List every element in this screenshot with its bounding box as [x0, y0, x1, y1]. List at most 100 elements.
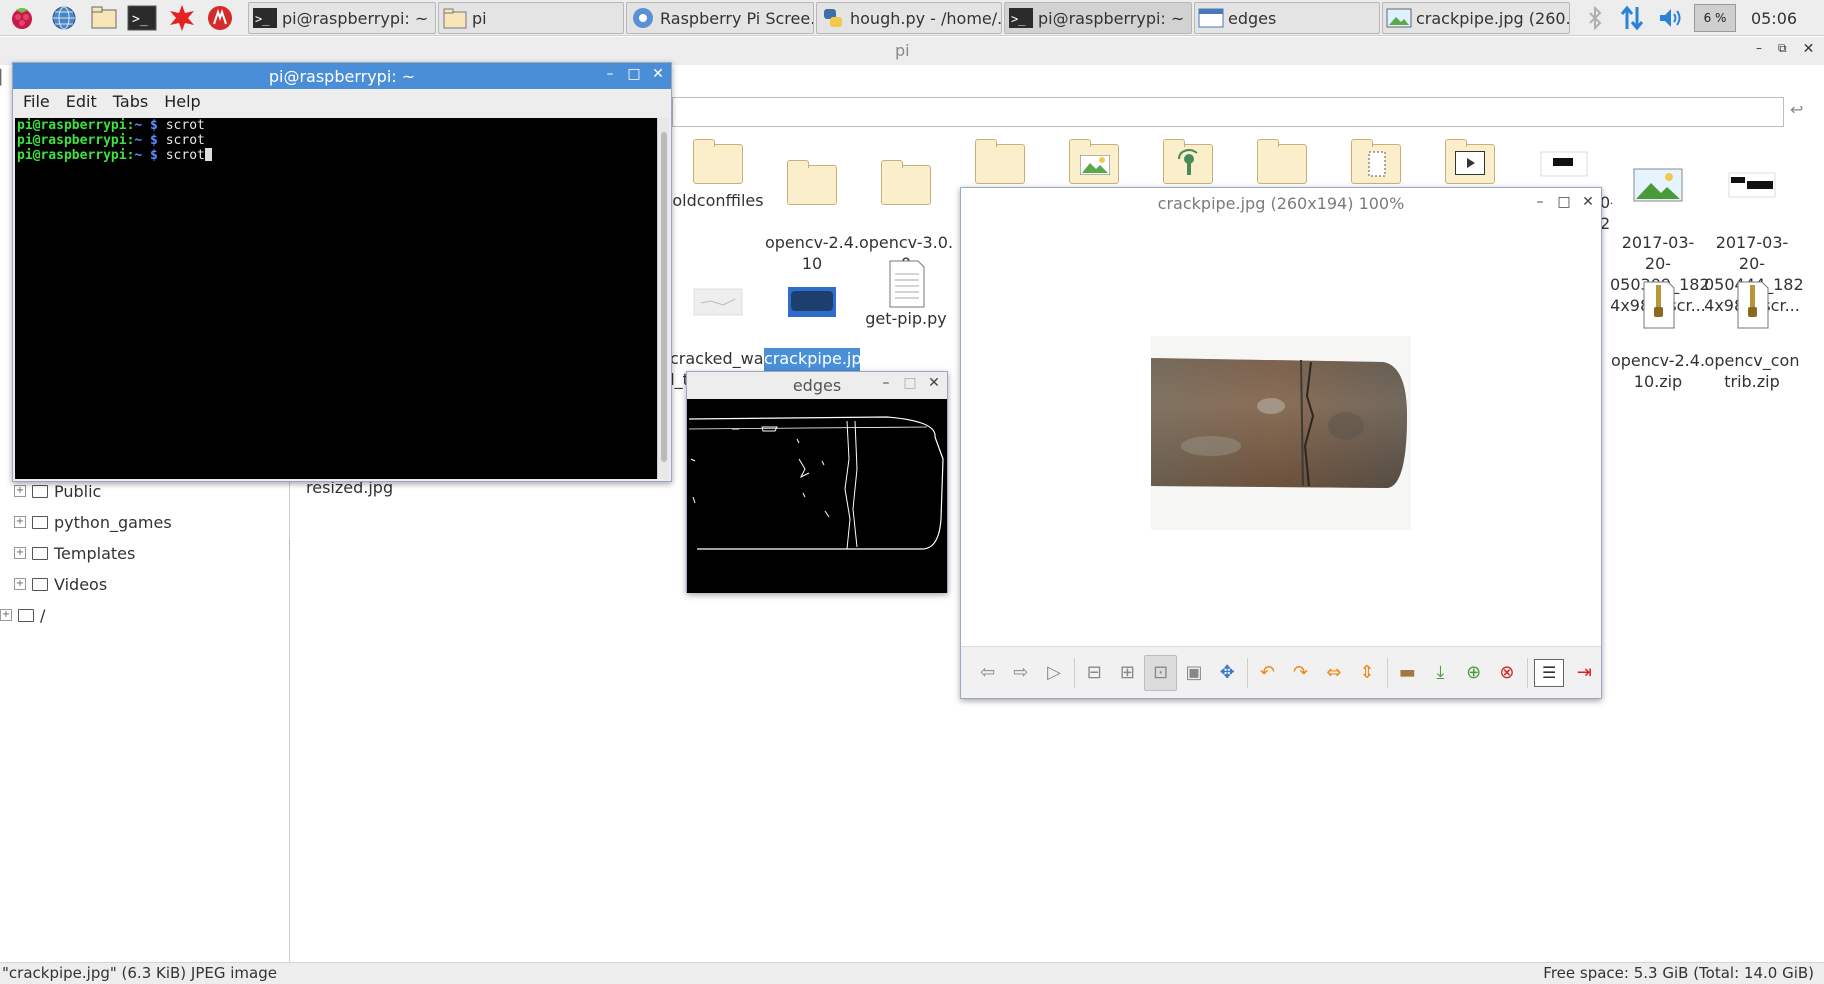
file-item[interactable]: get-pip.py: [858, 260, 954, 329]
minimize-icon[interactable]: –: [1533, 194, 1547, 210]
terminal-titlebar[interactable]: pi@raspberrypi: ~ – □ ✕: [13, 63, 671, 89]
prev-icon[interactable]: ⇦: [971, 655, 1004, 691]
bluetooth-icon[interactable]: [1584, 4, 1606, 32]
task-label: hough.py - /home/...: [850, 8, 1002, 28]
window-icon: [1198, 8, 1224, 28]
file-item[interactable]: [1422, 139, 1518, 190]
task-terminal-1[interactable]: >_ pi@raspberrypi: ~: [248, 2, 436, 34]
image-file-icon: [693, 288, 743, 316]
menu-tabs[interactable]: Tabs: [113, 92, 148, 111]
maximize-icon[interactable]: ⧉: [1778, 41, 1787, 57]
close-icon[interactable]: ✕: [927, 375, 941, 391]
menu-edit[interactable]: Edit: [66, 92, 97, 111]
file-name: oldconffiles: [672, 191, 764, 210]
taskbar: >_ >_ pi@raspberrypi: ~ pi Raspberry Pi …: [0, 0, 1824, 36]
expand-icon[interactable]: +: [14, 485, 26, 497]
task-hough-editor[interactable]: hough.py - /home/...: [816, 2, 1002, 34]
quit-icon[interactable]: ⇥: [1568, 655, 1601, 691]
maximize-icon[interactable]: □: [1557, 194, 1571, 210]
menu-file[interactable]: File: [23, 92, 50, 111]
save-as-icon[interactable]: ⊕: [1457, 655, 1490, 691]
close-icon[interactable]: ✕: [1581, 194, 1595, 210]
go-icon[interactable]: ↩: [1790, 100, 1812, 122]
file-item[interactable]: [1234, 139, 1330, 190]
image-file-icon: [1633, 168, 1683, 202]
open-icon[interactable]: ▬: [1391, 655, 1424, 691]
math-kernel-icon[interactable]: [166, 3, 198, 33]
web-browser-icon[interactable]: [48, 3, 80, 33]
cpu-usage: 6 %: [1703, 11, 1727, 25]
file-item[interactable]: [952, 139, 1048, 190]
volume-icon[interactable]: [1656, 4, 1686, 32]
tree-item-templates[interactable]: + Templates: [14, 540, 135, 566]
zoom-out-icon[interactable]: ⊟: [1078, 655, 1111, 691]
terminal-icon[interactable]: >_: [126, 3, 158, 33]
edges-titlebar[interactable]: edges – □ ✕: [687, 372, 947, 398]
expand-icon[interactable]: +: [0, 609, 12, 621]
close-icon[interactable]: ✕: [1803, 41, 1815, 57]
rotate-left-icon[interactable]: ↶: [1251, 655, 1284, 691]
file-manager-icon[interactable]: [88, 3, 120, 33]
raspberry-menu-icon[interactable]: [6, 3, 38, 33]
original-size-icon[interactable]: ▣: [1177, 655, 1210, 691]
terminal-icon: >_: [253, 8, 277, 28]
folder-icon: [975, 139, 1025, 184]
zoom-in-icon[interactable]: ⊞: [1111, 655, 1144, 691]
fit-icon[interactable]: ⊡: [1144, 654, 1178, 691]
terminal-output[interactable]: pi@raspberrypi:~ $ scrot pi@raspberrypi:…: [15, 118, 657, 479]
wolfram-icon[interactable]: [204, 3, 236, 33]
task-terminal-2[interactable]: >_ pi@raspberrypi: ~: [1004, 2, 1192, 34]
task-chromium[interactable]: Raspberry Pi Scree...: [626, 2, 814, 34]
clock[interactable]: 05:06: [1744, 4, 1804, 32]
folder-icon: [1257, 139, 1307, 184]
fullscreen-icon[interactable]: ✥: [1211, 655, 1244, 691]
maximize-icon[interactable]: □: [627, 66, 641, 82]
task-edges[interactable]: edges: [1194, 2, 1380, 34]
terminal-scrollbar[interactable]: [657, 118, 669, 479]
file-item[interactable]: opencv_con trib.zip: [1704, 260, 1800, 413]
command-text: scrot: [165, 148, 205, 163]
slideshow-icon[interactable]: ▷: [1037, 655, 1070, 691]
prompt-user: pi@raspberrypi: [17, 118, 127, 133]
video-folder-icon: [32, 577, 48, 591]
next-icon[interactable]: ⇨: [1004, 655, 1037, 691]
minimize-icon[interactable]: –: [603, 66, 617, 82]
menu-help[interactable]: Help: [164, 92, 200, 111]
folder-icon: [693, 139, 743, 184]
expand-icon[interactable]: +: [14, 578, 26, 590]
preferences-icon[interactable]: ☰: [1534, 658, 1564, 687]
file-item[interactable]: oldconffiles: [670, 139, 766, 211]
file-item[interactable]: [1140, 139, 1236, 190]
terminal-menubar: File Edit Tabs Help: [13, 89, 671, 113]
task-image-viewer[interactable]: crackpipe.jpg (260...: [1382, 2, 1570, 34]
task-label: pi: [472, 8, 487, 28]
location-bar[interactable]: [672, 97, 1784, 127]
task-file-manager[interactable]: pi: [438, 2, 624, 34]
save-icon[interactable]: ⤓: [1424, 655, 1457, 691]
close-icon[interactable]: ✕: [651, 66, 665, 82]
flip-horizontal-icon[interactable]: ⇔: [1317, 655, 1350, 691]
flip-vertical-icon[interactable]: ⇕: [1350, 655, 1383, 691]
folder-icon: [32, 515, 48, 529]
scrollbar-thumb[interactable]: [661, 132, 667, 462]
folder-icon: [787, 160, 837, 205]
maximize-icon[interactable]: □: [903, 375, 917, 391]
minimize-icon[interactable]: –: [1756, 41, 1762, 57]
minimize-icon[interactable]: –: [879, 375, 893, 391]
network-icon[interactable]: [1618, 4, 1646, 32]
file-item[interactable]: [1328, 139, 1424, 190]
file-item[interactable]: [1516, 144, 1612, 190]
delete-icon[interactable]: ⊗: [1490, 655, 1523, 691]
file-item[interactable]: opencv-2.4. 10.zip: [1610, 260, 1706, 413]
svg-text:>_: >_: [132, 12, 148, 27]
tree-item-python-games[interactable]: + python_games: [14, 509, 172, 535]
file-item[interactable]: [1046, 139, 1142, 190]
expand-icon[interactable]: +: [14, 547, 26, 559]
rotate-right-icon[interactable]: ↷: [1284, 655, 1317, 691]
viewer-titlebar[interactable]: crackpipe.jpg (260x194) 100% – □ ✕: [961, 188, 1601, 218]
tree-item-videos[interactable]: + Videos: [14, 571, 107, 597]
status-selection: "crackpipe.jpg" (6.3 KiB) JPEG image: [2, 964, 277, 982]
tree-item-root[interactable]: + /: [0, 602, 45, 628]
expand-icon[interactable]: +: [14, 516, 26, 528]
toolbar-separator: [1073, 657, 1075, 688]
